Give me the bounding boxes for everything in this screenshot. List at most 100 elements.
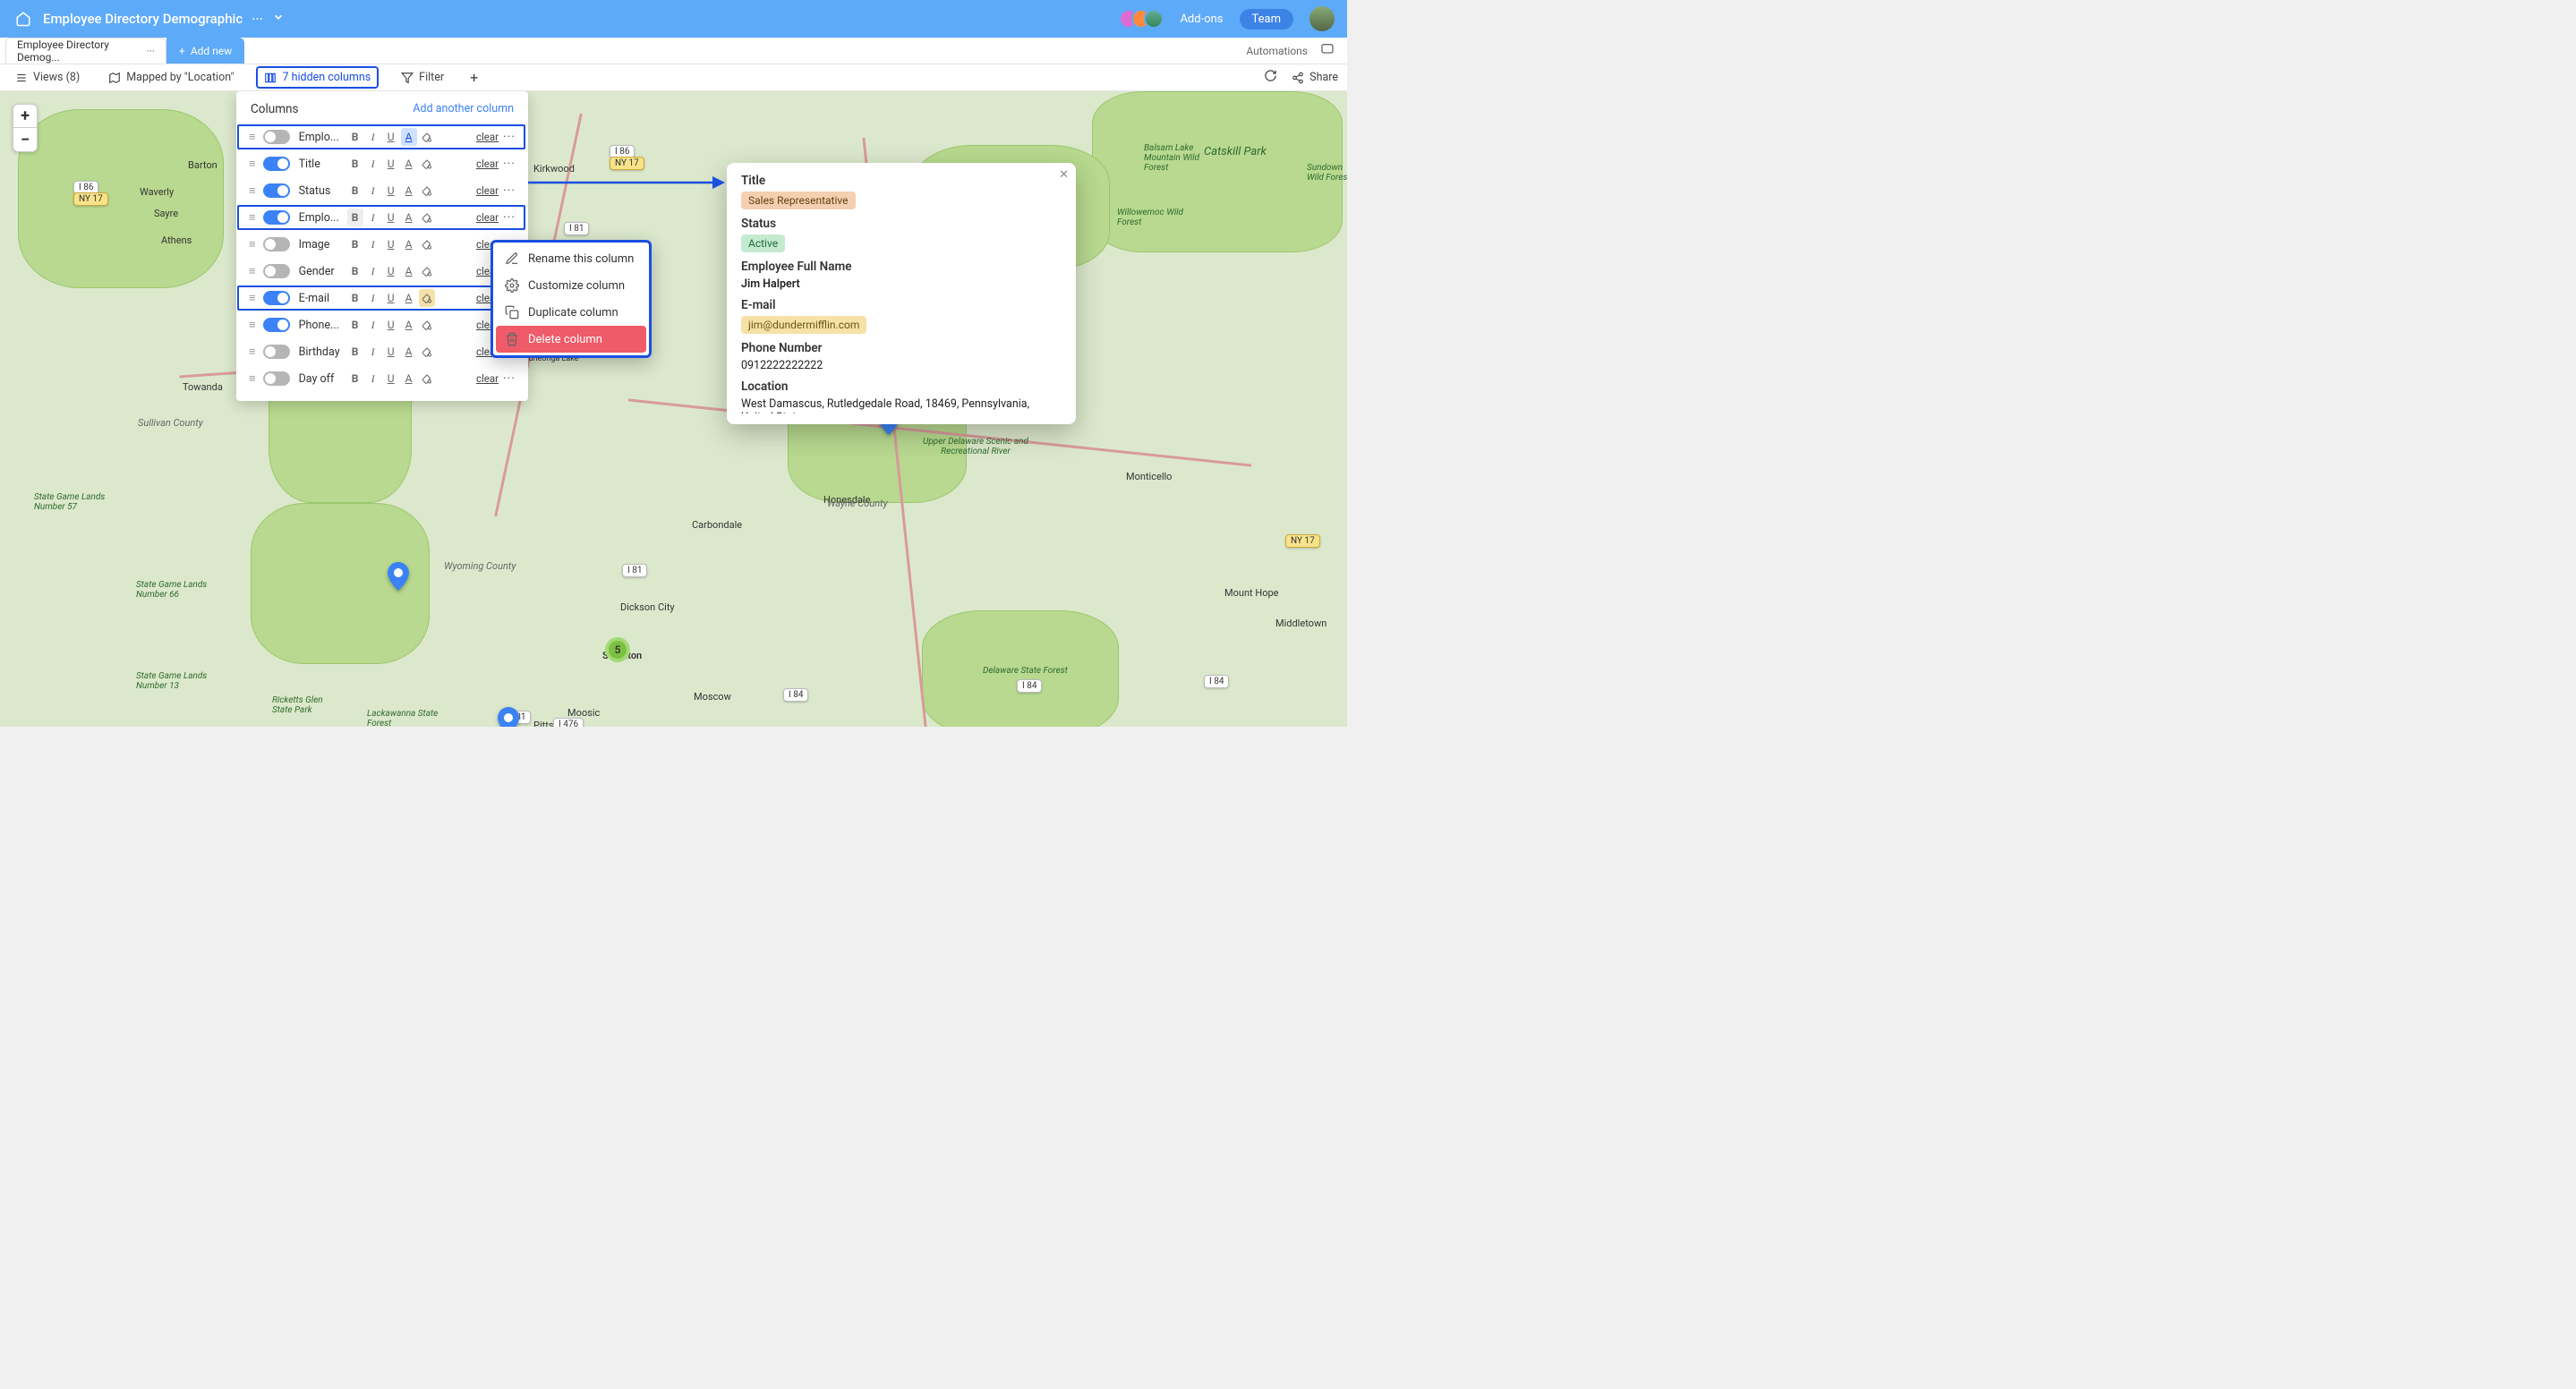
add-column-link[interactable]: Add another column xyxy=(413,102,514,116)
chevron-down-icon[interactable] xyxy=(272,11,285,27)
ctx-delete[interactable]: Delete column xyxy=(496,326,646,353)
row-more-icon[interactable]: ··· xyxy=(501,183,517,198)
collaborator-avatars[interactable] xyxy=(1126,9,1164,29)
bold-button[interactable]: B xyxy=(347,262,363,280)
text-color-button[interactable]: A xyxy=(401,182,417,200)
map-cluster[interactable]: 5 xyxy=(605,637,630,662)
italic-button[interactable]: I xyxy=(365,262,381,280)
row-more-icon[interactable]: ··· xyxy=(501,371,517,386)
drag-handle-icon[interactable]: ≡ xyxy=(249,345,256,359)
bold-button[interactable]: B xyxy=(347,155,363,173)
fill-color-button[interactable] xyxy=(419,343,435,361)
text-color-button[interactable]: A xyxy=(401,155,417,173)
ctx-customize[interactable]: Customize column xyxy=(496,272,646,299)
ctx-duplicate[interactable]: Duplicate column xyxy=(496,299,646,326)
italic-button[interactable]: I xyxy=(365,316,381,334)
bold-button[interactable]: B xyxy=(347,235,363,253)
bold-button[interactable]: B xyxy=(347,316,363,334)
drag-handle-icon[interactable]: ≡ xyxy=(249,130,256,144)
fill-color-button[interactable] xyxy=(419,262,435,280)
column-toggle[interactable] xyxy=(263,345,290,359)
italic-button[interactable]: I xyxy=(365,370,381,388)
fill-color-button[interactable] xyxy=(419,370,435,388)
drag-handle-icon[interactable]: ≡ xyxy=(249,237,256,251)
drag-handle-icon[interactable]: ≡ xyxy=(249,291,256,305)
underline-button[interactable]: U xyxy=(383,182,399,200)
add-new-tab-button[interactable]: + Add new xyxy=(166,38,244,64)
underline-button[interactable]: U xyxy=(383,289,399,307)
fill-color-button[interactable] xyxy=(419,182,435,200)
underline-button[interactable]: U xyxy=(383,209,399,226)
drag-handle-icon[interactable]: ≡ xyxy=(249,183,256,198)
refresh-icon[interactable] xyxy=(1264,69,1277,86)
clear-link[interactable]: clear xyxy=(476,184,499,197)
fill-color-button[interactable] xyxy=(419,155,435,173)
underline-button[interactable]: U xyxy=(383,155,399,173)
underline-button[interactable]: U xyxy=(383,316,399,334)
fill-color-button[interactable] xyxy=(419,235,435,253)
bold-button[interactable]: B xyxy=(347,289,363,307)
automations-link[interactable]: Automations xyxy=(1246,45,1308,57)
fill-color-button[interactable] xyxy=(419,289,435,307)
italic-button[interactable]: I xyxy=(365,155,381,173)
bold-button[interactable]: B xyxy=(347,209,363,226)
tab-active[interactable]: Employee Directory Demog... ··· xyxy=(5,38,166,64)
italic-button[interactable]: I xyxy=(365,235,381,253)
mapped-by-button[interactable]: Mapped by "Location" xyxy=(102,68,240,87)
text-color-button[interactable]: A xyxy=(401,235,417,253)
column-toggle[interactable] xyxy=(263,237,290,251)
column-toggle[interactable] xyxy=(263,318,290,332)
fill-color-button[interactable] xyxy=(419,316,435,334)
text-color-button[interactable]: A xyxy=(401,343,417,361)
map-pin[interactable] xyxy=(498,707,519,727)
underline-button[interactable]: U xyxy=(383,235,399,253)
text-color-button[interactable]: A xyxy=(401,370,417,388)
text-color-button[interactable]: A xyxy=(401,128,417,146)
tab-more-icon[interactable]: ··· xyxy=(147,45,155,57)
clear-link[interactable]: clear xyxy=(476,211,499,224)
zoom-out-button[interactable]: − xyxy=(13,128,37,151)
drag-handle-icon[interactable]: ≡ xyxy=(249,264,256,278)
underline-button[interactable]: U xyxy=(383,370,399,388)
underline-button[interactable]: U xyxy=(383,262,399,280)
title-more-icon[interactable]: ··· xyxy=(252,11,263,27)
bold-button[interactable]: B xyxy=(347,343,363,361)
bold-button[interactable]: B xyxy=(347,128,363,146)
zoom-in-button[interactable]: + xyxy=(13,105,37,128)
clear-link[interactable]: clear xyxy=(476,372,499,385)
italic-button[interactable]: I xyxy=(365,128,381,146)
map-pin[interactable] xyxy=(388,562,409,591)
team-button[interactable]: Team xyxy=(1240,9,1294,30)
underline-button[interactable]: U xyxy=(383,343,399,361)
ctx-rename[interactable]: Rename this column xyxy=(496,245,646,272)
column-toggle[interactable] xyxy=(263,264,290,278)
column-toggle[interactable] xyxy=(263,291,290,305)
drag-handle-icon[interactable]: ≡ xyxy=(249,157,256,171)
fill-color-button[interactable] xyxy=(419,209,435,226)
filter-button[interactable]: Filter xyxy=(395,68,450,87)
share-button[interactable]: Share xyxy=(1292,71,1338,84)
bold-button[interactable]: B xyxy=(347,182,363,200)
column-toggle[interactable] xyxy=(263,210,290,225)
row-more-icon[interactable]: ··· xyxy=(501,130,517,144)
text-color-button[interactable]: A xyxy=(401,316,417,334)
clear-link[interactable]: clear xyxy=(476,131,499,143)
home-icon[interactable] xyxy=(13,8,34,30)
column-toggle[interactable] xyxy=(263,183,290,198)
hidden-columns-button[interactable]: 7 hidden columns xyxy=(256,66,379,89)
text-color-button[interactable]: A xyxy=(401,262,417,280)
chat-icon[interactable] xyxy=(1320,42,1335,59)
drag-handle-icon[interactable]: ≡ xyxy=(249,371,256,386)
row-more-icon[interactable]: ··· xyxy=(501,210,517,225)
fill-color-button[interactable] xyxy=(419,128,435,146)
italic-button[interactable]: I xyxy=(365,343,381,361)
column-toggle[interactable] xyxy=(263,130,290,144)
views-button[interactable]: Views (8) xyxy=(9,68,86,87)
column-toggle[interactable] xyxy=(263,371,290,386)
clear-link[interactable]: clear xyxy=(476,158,499,170)
underline-button[interactable]: U xyxy=(383,128,399,146)
italic-button[interactable]: I xyxy=(365,289,381,307)
row-more-icon[interactable]: ··· xyxy=(501,157,517,171)
add-button[interactable]: + xyxy=(466,69,482,86)
italic-button[interactable]: I xyxy=(365,209,381,226)
